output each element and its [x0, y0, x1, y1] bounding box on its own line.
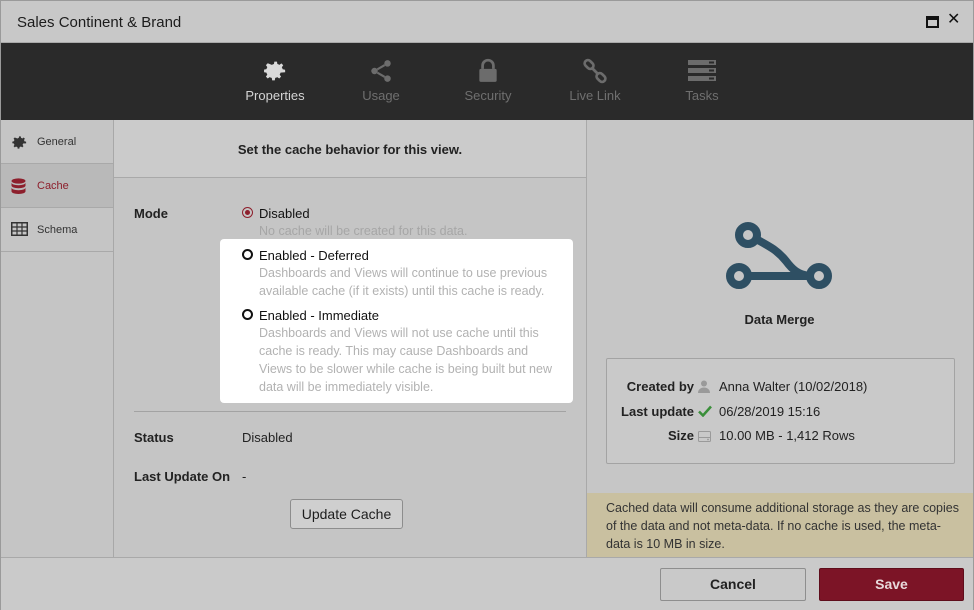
size-label: Size	[667, 428, 694, 443]
option-description: Dashboards and Views will continue to us…	[259, 266, 548, 298]
panel-heading: Set the cache behavior for this view.	[237, 142, 463, 157]
option-description: No cache will be created for this data.	[259, 224, 468, 238]
maximize-icon[interactable]	[926, 16, 939, 28]
radio-enabled-immediate[interactable]	[242, 309, 253, 320]
storage-icon	[698, 430, 711, 445]
tab-label: Usage	[362, 88, 400, 103]
divider	[134, 411, 566, 412]
size-value: 10.00 MB - 1,412 Rows	[719, 428, 855, 443]
sidebar-item-label: Schema	[37, 224, 78, 236]
close-icon[interactable]: ✕	[947, 11, 961, 27]
sidebar-item-general[interactable]: General	[1, 120, 113, 164]
sidebar-item-label: Cache	[37, 180, 69, 192]
dialog: Sales Continent & Brand ✕ Properties Usa…	[0, 0, 974, 610]
tab-live-link[interactable]: Live Link	[550, 43, 640, 120]
last-update-label: Last update	[621, 404, 694, 419]
tab-label: Properties	[245, 88, 305, 103]
sidebar: General Cache Schema	[1, 120, 114, 557]
last-update-on-label: Last Update On	[134, 469, 231, 484]
update-cache-button[interactable]: Update Cache	[290, 499, 403, 529]
share-icon	[336, 57, 426, 85]
sidebar-item-schema[interactable]: Schema	[1, 208, 113, 252]
top-toolbar: Properties Usage Security Live Link Task…	[1, 43, 973, 120]
tab-label: Security	[464, 88, 512, 103]
option-title: Enabled - Immediate	[259, 308, 379, 323]
lock-icon	[443, 57, 533, 85]
table-icon	[11, 222, 28, 238]
option-title: Disabled	[259, 206, 310, 221]
save-button[interactable]: Save	[819, 568, 964, 601]
tab-label: Live Link	[569, 88, 621, 103]
sidebar-item-label: General	[37, 136, 77, 148]
link-icon	[550, 57, 640, 85]
sidebar-item-cache[interactable]: Cache	[1, 164, 113, 208]
data-merge-icon	[726, 221, 834, 291]
cache-storage-note: Cached data will consume additional stor…	[587, 493, 973, 557]
gear-icon	[230, 57, 320, 85]
status-value: Disabled	[242, 430, 293, 445]
tasks-icon	[657, 57, 747, 85]
radio-enabled-deferred[interactable]	[242, 249, 253, 260]
title-bar: Sales Continent & Brand ✕	[1, 1, 973, 43]
tab-label: Tasks	[685, 88, 719, 103]
tab-tasks[interactable]: Tasks	[657, 43, 747, 120]
window-title: Sales Continent & Brand	[17, 14, 182, 31]
created-by-label: Created by	[626, 379, 694, 394]
option-description: Dashboards and Views will not use cache …	[259, 326, 552, 394]
check-icon	[698, 405, 712, 420]
option-title: Enabled - Deferred	[259, 248, 369, 263]
tab-properties[interactable]: Properties	[230, 43, 320, 120]
gear-icon	[11, 134, 28, 150]
tab-usage[interactable]: Usage	[336, 43, 426, 120]
details-panel	[586, 120, 973, 557]
tab-security[interactable]: Security	[443, 43, 533, 120]
last-update-on-value: -	[242, 469, 247, 484]
data-source-name: Data Merge	[744, 312, 815, 327]
status-label: Status	[134, 430, 174, 445]
cancel-button[interactable]: Cancel	[660, 568, 806, 601]
user-icon	[698, 380, 710, 396]
created-by-value: Anna Walter (10/02/2018)	[719, 379, 868, 394]
mode-label: Mode	[134, 206, 168, 221]
last-update-value: 06/28/2019 15:16	[719, 404, 821, 419]
radio-disabled[interactable]	[242, 207, 253, 218]
panel-header: Set the cache behavior for this view.	[114, 120, 586, 178]
database-icon	[11, 178, 28, 194]
